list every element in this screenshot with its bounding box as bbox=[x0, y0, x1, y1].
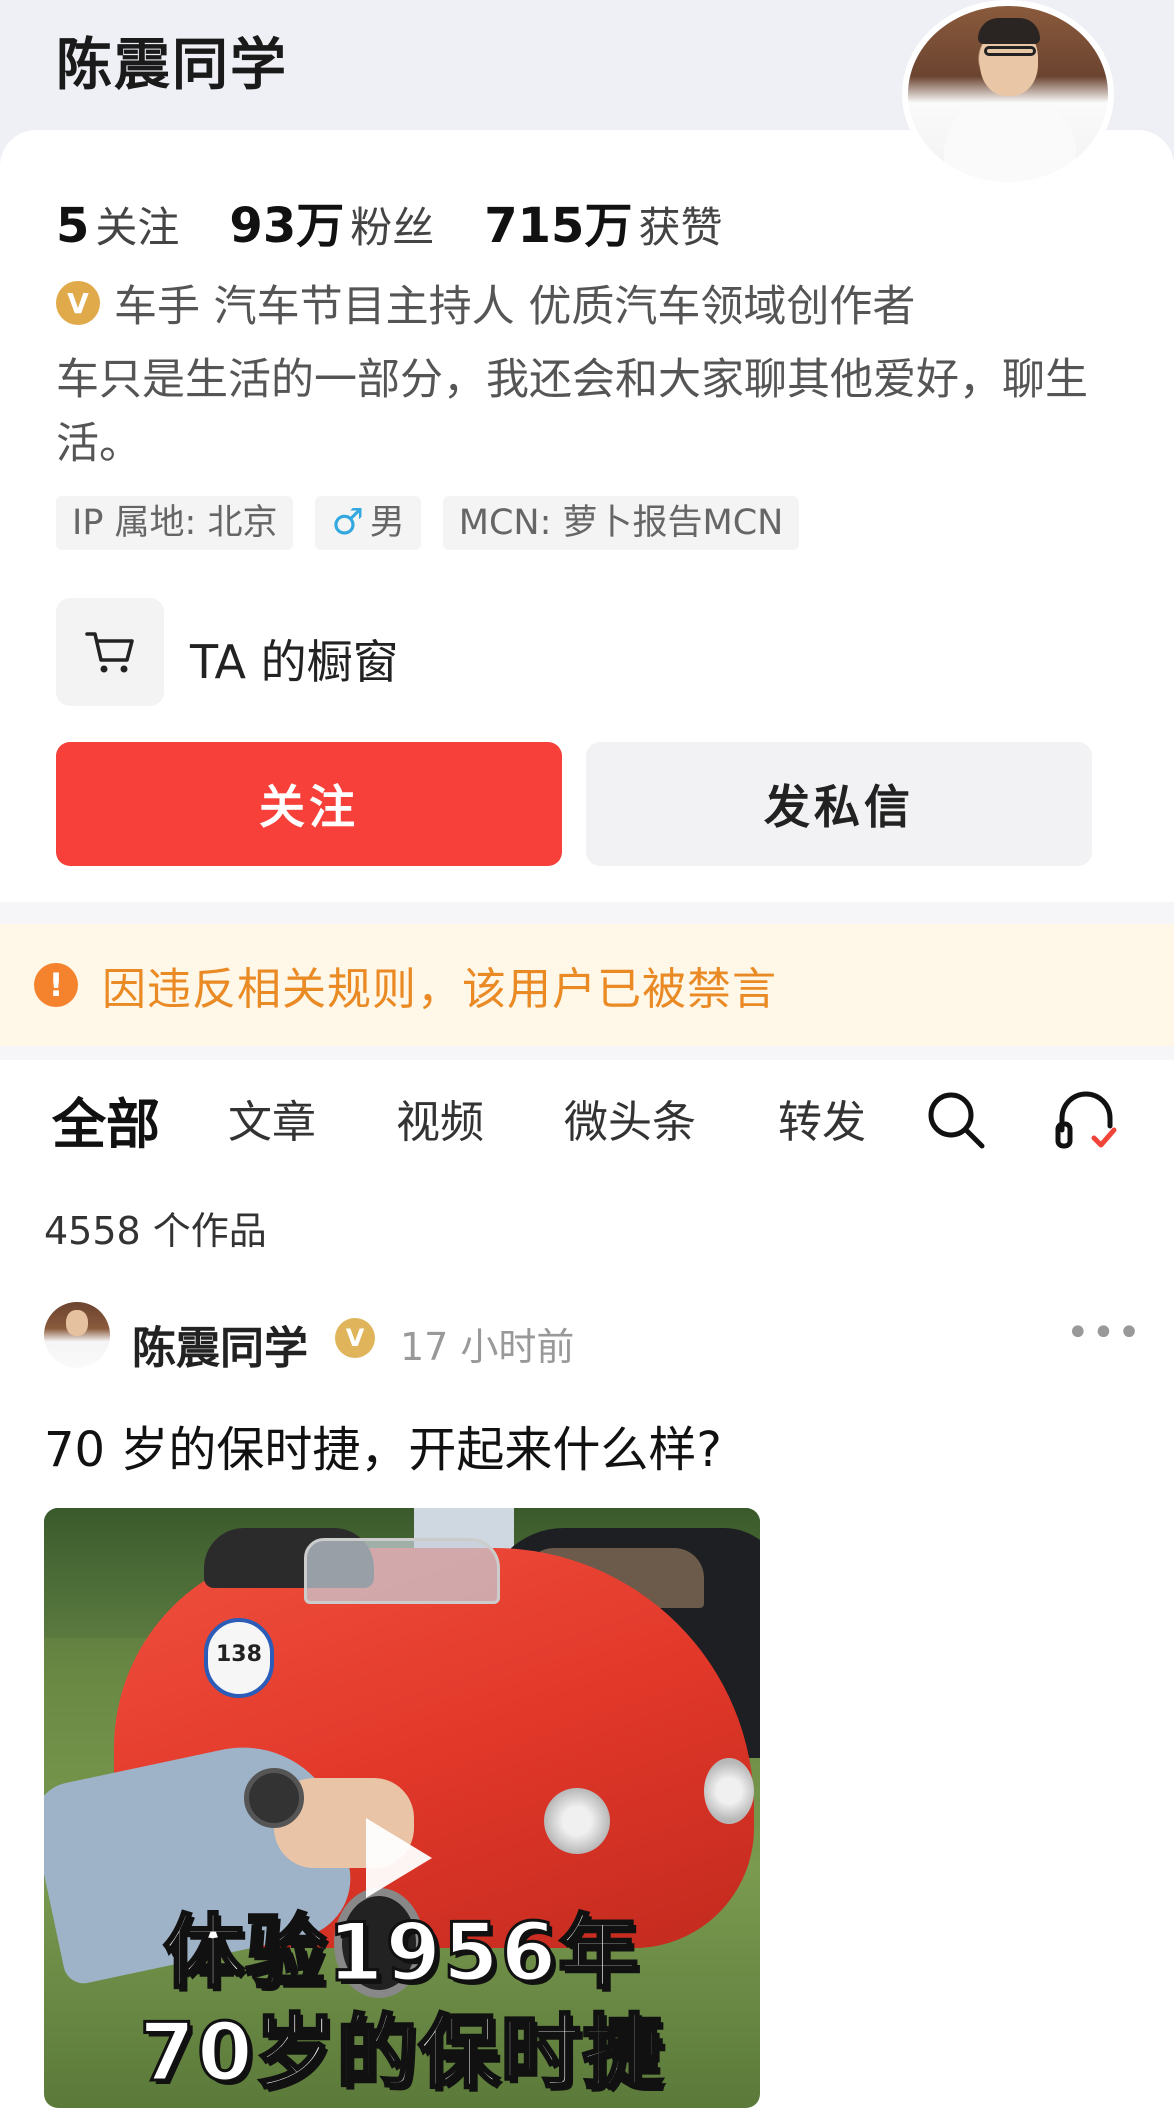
stat-number: 93万 bbox=[229, 198, 345, 254]
ip-location-tag: IP 属地: 北京 bbox=[56, 496, 294, 550]
shop-label[interactable]: TA 的橱窗 bbox=[190, 626, 399, 692]
thumbnail-caption-line2: 70岁的保时捷 bbox=[138, 2005, 665, 2101]
thumbnail-caption-line1: 体验1956年 bbox=[162, 1905, 641, 2001]
verification-line: V 车手 汽车节目主持人 优质汽车领域创作者 bbox=[56, 272, 915, 334]
mcn-tag[interactable]: MCN: 萝卜报告MCN bbox=[442, 496, 800, 550]
post-author-name[interactable]: 陈震同学 bbox=[132, 1312, 308, 1376]
stat-followers[interactable]: 93万 粉丝 bbox=[229, 186, 434, 256]
stat-number: 5 bbox=[56, 198, 90, 254]
post-timestamp: 17 小时前 bbox=[400, 1325, 575, 1369]
headphones-icon[interactable] bbox=[1054, 1086, 1118, 1152]
post-title[interactable]: 70 岁的保时捷，开起来什么样? bbox=[44, 1410, 722, 1480]
profile-tags: IP 属地: 北京 ♂ 男 MCN: 萝卜报告MCN bbox=[56, 496, 800, 550]
video-thumbnail[interactable]: 138 体验1956年 70岁的保时捷 bbox=[44, 1508, 760, 2108]
more-options-icon[interactable]: ••• bbox=[1066, 1310, 1143, 1356]
content-tabs: 全部 文章 视频 微头条 转发 bbox=[0, 1060, 1174, 1170]
warning-icon: ! bbox=[34, 963, 78, 1007]
divider bbox=[0, 902, 1174, 924]
follow-button[interactable]: 关注 bbox=[56, 742, 562, 866]
message-button[interactable]: 发私信 bbox=[586, 742, 1092, 866]
page-title: 陈震同学 bbox=[56, 33, 288, 98]
ban-notice: ! 因违反相关规则，该用户已被禁言 bbox=[0, 924, 1174, 1046]
race-number-roundel: 138 bbox=[204, 1618, 274, 1698]
gender-label: 男 bbox=[369, 503, 405, 543]
stat-label: 获赞 bbox=[638, 203, 723, 252]
play-icon[interactable] bbox=[366, 1818, 432, 1898]
verification-text: 车手 汽车节目主持人 优质汽车领域创作者 bbox=[114, 282, 916, 332]
profile-bio: 车只是生活的一部分，我还会和大家聊其他爱好，聊生活。 bbox=[56, 355, 1088, 469]
race-number: 138 bbox=[216, 1642, 262, 1667]
cart-icon bbox=[85, 632, 134, 673]
profile-stats: 5 关注 93万 粉丝 715万 获赞 bbox=[56, 186, 722, 256]
stat-following[interactable]: 5 关注 bbox=[56, 194, 179, 255]
search-icon[interactable] bbox=[924, 1088, 988, 1152]
tab-videos[interactable]: 视频 bbox=[396, 1086, 484, 1150]
avatar[interactable] bbox=[902, 0, 1114, 188]
post-author-avatar[interactable] bbox=[44, 1302, 110, 1368]
gender-tag: ♂ 男 bbox=[315, 496, 421, 550]
divider bbox=[0, 1046, 1174, 1060]
verified-badge-icon: V bbox=[56, 281, 100, 325]
tab-micro-posts[interactable]: 微头条 bbox=[564, 1086, 696, 1150]
male-icon: ♂ bbox=[331, 502, 364, 543]
tab-all[interactable]: 全部 bbox=[52, 1080, 160, 1159]
stat-likes[interactable]: 715万 获赞 bbox=[484, 186, 722, 256]
works-count: 4558 个作品 bbox=[44, 1209, 267, 1253]
stat-number: 715万 bbox=[484, 198, 633, 254]
tab-reposts[interactable]: 转发 bbox=[778, 1086, 866, 1150]
stat-label: 关注 bbox=[95, 203, 180, 252]
verified-badge-icon: V bbox=[335, 1318, 375, 1358]
shop-button[interactable] bbox=[56, 598, 164, 706]
stat-label: 粉丝 bbox=[350, 203, 435, 252]
tab-articles[interactable]: 文章 bbox=[228, 1086, 316, 1150]
notice-text: 因违反相关规则，该用户已被禁言 bbox=[102, 964, 777, 1015]
